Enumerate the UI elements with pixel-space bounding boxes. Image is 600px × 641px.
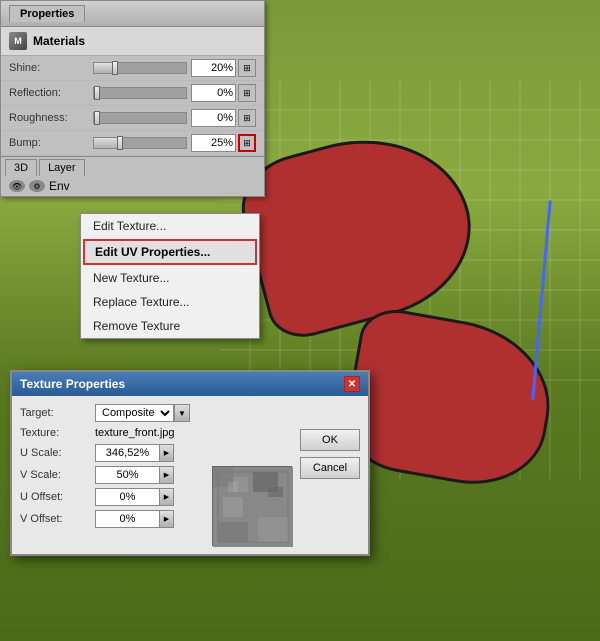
- roughness-label: Roughness:: [9, 112, 89, 124]
- reflection-copy-btn[interactable]: ⊞: [238, 84, 256, 102]
- u-offset-row: U Offset: 0% ▶: [20, 488, 204, 506]
- shine-label: Shine:: [9, 62, 89, 74]
- v-offset-row: V Offset: 0% ▶: [20, 510, 204, 528]
- bump-input[interactable]: [191, 134, 236, 152]
- v-offset-arrow[interactable]: ▶: [160, 510, 174, 528]
- bump-label: Bump:: [9, 137, 89, 149]
- u-offset-label: U Offset:: [20, 491, 95, 503]
- shine-copy-btn[interactable]: ⊞: [238, 59, 256, 77]
- reflection-slider[interactable]: [93, 87, 187, 99]
- target-row: Target: Composite ▼: [20, 404, 292, 422]
- dialog-left-panel: Target: Composite ▼ Texture: texture_fro…: [20, 404, 292, 546]
- dialog-titlebar: Texture Properties ✕: [12, 372, 368, 396]
- menu-item-remove-texture[interactable]: Remove Texture: [81, 314, 259, 338]
- v-scale-label: V Scale:: [20, 469, 95, 481]
- menu-item-new-texture[interactable]: New Texture...: [81, 266, 259, 290]
- reflection-row: Reflection: ⊞: [1, 81, 264, 106]
- shine-input[interactable]: [191, 59, 236, 77]
- settings-icon[interactable]: ⚙: [29, 180, 45, 192]
- dialog-close-button[interactable]: ✕: [344, 376, 360, 392]
- cancel-button[interactable]: Cancel: [300, 457, 360, 479]
- env-row: 👁 ⚙ Env: [1, 176, 264, 196]
- texture-file-value: texture_front.jpg: [95, 427, 175, 439]
- dialog-right-panel: OK Cancel: [300, 404, 360, 546]
- texture-row: Texture: texture_front.jpg: [20, 427, 292, 439]
- tab-3d[interactable]: 3D: [5, 159, 37, 176]
- panel-tabs: Properties: [9, 5, 85, 22]
- bump-copy-btn[interactable]: ⊞: [238, 134, 256, 152]
- target-dropdown-arrow[interactable]: ▼: [174, 404, 190, 422]
- roughness-copy-btn[interactable]: ⊞: [238, 109, 256, 127]
- u-scale-label: U Scale:: [20, 447, 95, 459]
- shine-slider[interactable]: [93, 62, 187, 74]
- bottom-tabs: 3D Layer: [1, 156, 264, 176]
- dialog-body: Target: Composite ▼ Texture: texture_fro…: [12, 396, 368, 554]
- ok-button[interactable]: OK: [300, 429, 360, 451]
- roughness-row: Roughness: ⊞: [1, 106, 264, 131]
- v-offset-value[interactable]: 0%: [95, 510, 160, 528]
- bump-row: Bump: ⊞: [1, 131, 264, 156]
- v-scale-arrow[interactable]: ▶: [160, 466, 174, 484]
- texture-file-label: Texture:: [20, 427, 95, 439]
- materials-icon: M: [9, 32, 27, 50]
- roughness-input[interactable]: [191, 109, 236, 127]
- panel-titlebar: Properties: [1, 1, 264, 27]
- reflection-input[interactable]: [191, 84, 236, 102]
- texture-thumbnail: [212, 466, 292, 546]
- v-scale-row: V Scale: 50% ▶: [20, 466, 204, 484]
- materials-label: Materials: [33, 34, 85, 48]
- u-scale-row: U Scale: 346,52% ▶: [20, 444, 292, 462]
- v-offset-label: V Offset:: [20, 513, 95, 525]
- texture-properties-dialog: Texture Properties ✕ Target: Composite ▼…: [10, 370, 370, 556]
- properties-tab[interactable]: Properties: [9, 5, 85, 22]
- materials-header: M Materials: [1, 27, 264, 56]
- context-menu: Edit Texture... Edit UV Properties... Ne…: [80, 213, 260, 339]
- reflection-label: Reflection:: [9, 87, 89, 99]
- u-offset-arrow[interactable]: ▶: [160, 488, 174, 506]
- menu-item-replace-texture[interactable]: Replace Texture...: [81, 290, 259, 314]
- shine-row: Shine: ⊞: [1, 56, 264, 81]
- menu-item-edit-uv[interactable]: Edit UV Properties...: [83, 239, 257, 265]
- env-label: Env: [49, 179, 70, 193]
- properties-panel: Properties M Materials Shine: ⊞ Reflecti…: [0, 0, 265, 197]
- bump-slider[interactable]: [93, 137, 187, 149]
- v-scale-value[interactable]: 50%: [95, 466, 160, 484]
- u-scale-arrow[interactable]: ▶: [160, 444, 174, 462]
- tab-layer[interactable]: Layer: [39, 159, 85, 176]
- u-scale-value[interactable]: 346,52%: [95, 444, 160, 462]
- target-select[interactable]: Composite: [95, 404, 174, 422]
- menu-item-edit-texture[interactable]: Edit Texture...: [81, 214, 259, 238]
- eye-icon[interactable]: 👁: [9, 180, 25, 192]
- roughness-slider[interactable]: [93, 112, 187, 124]
- target-label: Target:: [20, 407, 95, 419]
- dialog-title: Texture Properties: [20, 377, 125, 391]
- u-offset-value[interactable]: 0%: [95, 488, 160, 506]
